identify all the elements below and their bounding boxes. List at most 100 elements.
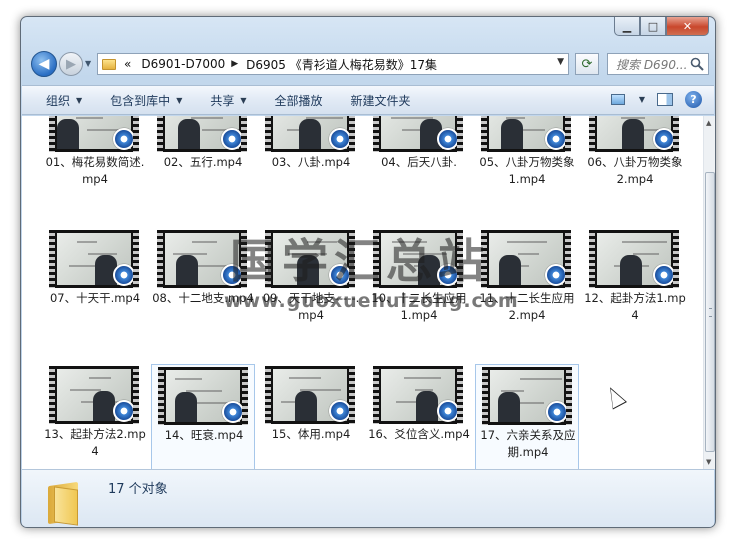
details-pane: 17 个对象 [22,469,714,527]
video-thumbnail [589,230,679,288]
media-player-icon [545,128,567,150]
media-player-icon [653,264,675,286]
file-name: 07、十天干.mp4 [49,291,141,305]
folder-icon [48,481,78,526]
file-name: 17、六亲关系及应期.mp4 [480,428,576,459]
search-placeholder: 搜索 D690... [616,57,688,72]
organize-label: 组织 [46,93,71,108]
file-item[interactable]: 05、八卦万物类象1.mp4 [475,116,579,208]
video-thumbnail [49,366,139,424]
folder-icon [102,58,116,70]
chevron-down-icon: ▼ [76,95,83,105]
media-player-icon [329,128,351,150]
file-name: 04、后天八卦. [381,155,457,169]
video-thumbnail [481,116,571,152]
caption-buttons: ▁ □ ✕ [614,17,709,36]
media-player-icon [113,264,135,286]
command-bar: 组织 ▼ 包含到库中 ▼ 共享 ▼ 全部播放 新建文件夹 ▼ ? [22,85,714,115]
file-item[interactable]: 04、后天八卦. [367,116,471,208]
video-thumbnail [481,230,571,288]
forward-button[interactable]: ▶ [59,52,83,76]
media-player-icon [329,400,351,422]
search-icon[interactable] [690,57,704,71]
scrollbar-thumb[interactable] [705,172,715,452]
file-item[interactable]: 03、八卦.mp4 [259,116,363,208]
scroll-up-icon[interactable]: ▲ [706,119,711,127]
media-player-icon [113,128,135,150]
file-name: 14、旺衰.mp4 [164,428,244,442]
media-player-icon [221,128,243,150]
grip-icon [709,308,712,317]
include-in-library-label: 包含到库中 [110,93,171,108]
file-item[interactable]: 13、起卦方法2.mp4 [43,364,147,469]
address-dropdown-icon[interactable]: ▼ [557,57,564,67]
search-input[interactable]: 搜索 D690... [607,53,709,75]
watermark-title: 国学汇总站 [230,234,490,288]
navigation-bar: ◀ ▶ ▼ « D6901-D7000 ▶ D6905 《青衫道人梅花易数》17… [29,51,709,81]
media-player-icon [545,264,567,286]
file-name: 01、梅花易数简述.mp4 [45,155,145,186]
media-player-icon [437,128,459,150]
media-player-icon [653,128,675,150]
video-thumbnail [589,116,679,152]
maximize-button[interactable]: □ [640,17,666,36]
breadcrumb-overflow[interactable]: « [124,57,131,71]
media-player-icon [113,400,135,422]
file-item[interactable]: 14、旺衰.mp4 [151,364,255,469]
change-view-button[interactable]: ▼ [610,94,645,105]
video-thumbnail [265,366,355,424]
play-all-button[interactable]: 全部播放 [275,92,323,109]
chevron-down-icon: ▼ [638,95,645,104]
video-thumbnail [49,230,139,288]
recent-pages-dropdown[interactable]: ▼ [85,59,91,68]
video-thumbnail [373,366,463,424]
file-name: 16、爻位含义.mp4 [368,427,470,441]
new-folder-button[interactable]: 新建文件夹 [351,92,411,109]
file-name: 13、起卦方法2.mp4 [44,427,146,458]
include-in-library-menu[interactable]: 包含到库中 ▼ [110,92,182,109]
refresh-button[interactable]: ⟳ [575,53,599,75]
file-item[interactable]: 06、八卦万物类象2.mp4 [583,116,687,208]
chevron-down-icon: ▼ [176,95,183,105]
media-player-icon [222,401,244,423]
view-icon [610,94,625,105]
media-player-icon [546,401,568,423]
video-thumbnail [157,116,247,152]
video-thumbnail [373,116,463,152]
chevron-down-icon: ▼ [240,95,247,105]
file-item[interactable]: 01、梅花易数简述.mp4 [43,116,147,208]
file-item[interactable]: 16、爻位含义.mp4 [367,364,471,469]
video-thumbnail [482,367,572,425]
file-item[interactable]: 15、体用.mp4 [259,364,363,469]
video-thumbnail [49,116,139,152]
file-item[interactable]: 07、十天干.mp4 [43,228,147,344]
vertical-scrollbar[interactable]: ▲ ▼ [703,116,715,469]
breadcrumb-separator-icon[interactable]: ▶ [231,59,238,69]
breadcrumb-current[interactable]: D6905 《青衫道人梅花易数》17集 [246,56,437,73]
file-name: 03、八卦.mp4 [271,155,351,169]
video-thumbnail [265,116,355,152]
watermark-url: www.guoxuehuizong.com [224,290,519,312]
file-name: 05、八卦万物类象1.mp4 [479,155,575,186]
breadcrumb-parent[interactable]: D6901-D7000 [141,57,225,71]
file-item[interactable]: 12、起卦方法1.mp4 [583,228,687,344]
preview-pane-icon[interactable] [657,93,673,106]
media-player-icon [437,400,459,422]
file-item[interactable]: 02、五行.mp4 [151,116,255,208]
close-button[interactable]: ✕ [666,17,709,36]
back-button[interactable]: ◀ [31,51,57,77]
file-item[interactable]: 17、六亲关系及应期.mp4 [475,364,579,469]
address-bar[interactable]: « D6901-D7000 ▶ D6905 《青衫道人梅花易数》17集 ▼ [97,53,569,75]
help-icon[interactable]: ? [685,91,702,108]
item-count: 17 个对象 [108,482,168,497]
share-menu[interactable]: 共享 ▼ [210,92,246,109]
file-item[interactable]: 11、十二长生应用2.mp4 [475,228,579,344]
file-name: 06、八卦万物类象2.mp4 [587,155,683,186]
minimize-button[interactable]: ▁ [614,17,640,36]
scroll-down-icon[interactable]: ▼ [706,458,711,466]
organize-menu[interactable]: 组织 ▼ [46,92,82,109]
file-name: 12、起卦方法1.mp4 [584,291,686,322]
file-name: 02、五行.mp4 [163,155,243,169]
toolbar-right: ▼ ? [610,91,702,108]
share-label: 共享 [210,93,235,108]
